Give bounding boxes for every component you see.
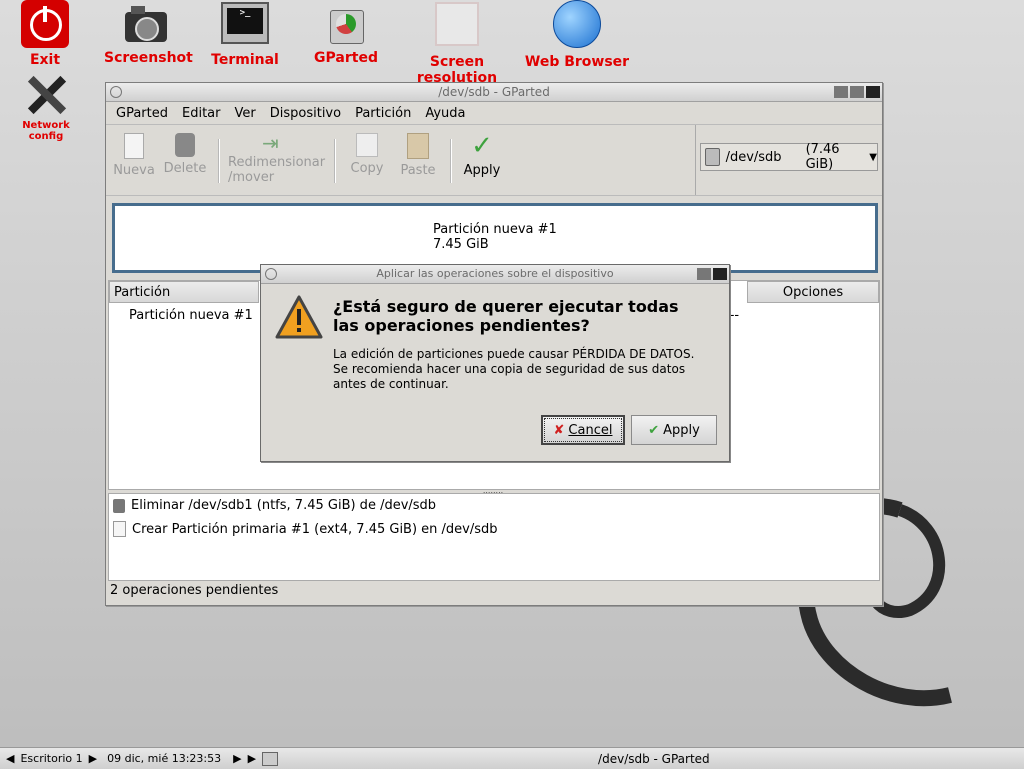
copy-icon [356,133,378,157]
paste-button[interactable]: Paste [396,133,440,178]
power-icon [21,0,69,48]
menu-dispositivo[interactable]: Dispositivo [270,106,341,121]
apply-button[interactable]: ✔ Apply [631,415,717,445]
window-titlebar[interactable]: /dev/sdb - GParted [106,83,882,102]
menubar: GParted Editar Ver Dispositivo Partición… [106,102,882,124]
device-selector[interactable]: /dev/sdb (7.46 GiB) ▼ [695,125,882,195]
new-document-icon [113,521,126,537]
table-row[interactable]: Partición nueva #1 [129,308,253,323]
arrow-icon[interactable]: ▶ [248,752,256,765]
desktop-icon-terminal[interactable]: >_ Terminal [210,0,280,68]
menu-particion[interactable]: Partición [355,106,411,121]
globe-icon [553,0,601,48]
prev-desktop-arrow-icon[interactable]: ◀ [6,752,14,765]
trash-icon [175,133,195,157]
status-bar: 2 operaciones pendientes [110,583,279,598]
resize-arrow-icon: ⇥ [262,131,279,155]
new-button[interactable]: Nueva [112,133,156,178]
terminal-icon: >_ [221,2,269,44]
partition-map-size: 7.45 GiB [433,237,489,252]
menu-ver[interactable]: Ver [235,106,256,121]
window-title: /dev/sdb - GParted [438,85,550,99]
checkmark-icon: ✓ [471,131,493,161]
menu-gparted[interactable]: GParted [116,106,168,121]
desktop-icon-screenshot[interactable]: Screenshot [104,0,193,66]
partition-map-name: Partición nueva #1 [433,222,557,237]
desktop-icon-exit[interactable]: Exit [18,0,72,68]
column-header-particion[interactable]: Partición [109,281,259,303]
row-partition-name: Partición nueva #1 [129,308,253,323]
desktop-switcher[interactable]: Escritorio 1 [20,752,82,765]
copy-button[interactable]: Copy [346,133,388,176]
device-size: (7.46 GiB) [805,142,840,172]
dialog-title: Aplicar las operaciones sobre el disposi… [376,267,614,280]
camera-icon [123,0,169,46]
device-name: /dev/sdb [725,149,782,165]
dialog-message: La edición de particiones puede causar P… [333,347,695,391]
cancel-x-icon: ✘ [553,422,565,438]
desktop-icon-network-config[interactable]: Network config [6,72,86,142]
maximize-button[interactable] [697,268,711,280]
next-desktop-arrow-icon[interactable]: ▶ [89,752,97,765]
disk-icon [705,148,720,166]
gparted-icon [326,6,366,46]
list-item[interactable]: Crear Partición primaria #1 (ext4, 7.45 … [113,521,498,537]
desktop-icon-label: Screenshot [104,50,193,66]
gparted-task-icon[interactable] [262,751,279,766]
delete-button[interactable]: Delete [162,133,208,176]
cancel-button[interactable]: ✘ Cancel [541,415,625,445]
resize-move-button[interactable]: ⇥ Redimensionar /mover [228,133,328,185]
trash-icon [113,498,125,513]
arrow-icon[interactable]: ▶ [233,752,241,765]
dialog-heading: ¿Está seguro de querer ejecutar todas la… [333,297,679,335]
taskbar-task-gparted[interactable]: /dev/sdb - GParted [598,752,710,766]
desktop-icon-label: Web Browser [524,54,630,70]
paste-icon [407,133,429,159]
confirm-apply-dialog[interactable]: Aplicar las operaciones sobre el disposi… [260,264,730,462]
desktop-icon-label: GParted [314,50,378,66]
toolbar: Nueva Delete ⇥ Redimensionar /mover Copy… [106,124,882,196]
new-document-icon [124,133,144,159]
disk-partition-map[interactable]: Partición nueva #1 7.45 GiB [112,203,878,273]
clock: 09 dic, mié 13:23:53 [107,752,222,765]
desktop-icon-web-browser[interactable]: Web Browser [524,0,630,70]
menu-ayuda[interactable]: Ayuda [425,106,465,121]
minimize-button[interactable] [834,86,848,98]
column-header-opciones[interactable]: Opciones [747,281,879,303]
pending-operations-list: Eliminar /dev/sdb1 (ntfs, 7.45 GiB) de /… [108,493,880,581]
monitor-icon [435,2,479,46]
close-button[interactable] [866,86,880,98]
warning-icon [275,295,323,339]
desktop-icon-screen-resolution[interactable]: Screen resolution [390,0,524,86]
apply-toolbar-button[interactable]: ✓ Apply [460,133,504,178]
desktop-icon-label: Exit [29,52,61,68]
chevron-down-icon: ▼ [869,151,877,163]
menu-editar[interactable]: Editar [182,106,221,121]
close-button[interactable] [713,268,727,280]
dialog-titlebar[interactable]: Aplicar las operaciones sobre el disposi… [261,265,729,284]
desktop-icon-label: Terminal [211,52,279,68]
taskbar: ◀ Escritorio 1 ▶ 09 dic, mié 13:23:53 ▶ … [0,747,1024,769]
list-item[interactable]: Eliminar /dev/sdb1 (ntfs, 7.45 GiB) de /… [113,498,436,513]
desktop-icon-label: Network config [22,120,70,142]
desktop-icon-gparted[interactable]: GParted [310,0,382,66]
tools-icon [23,72,69,116]
maximize-button[interactable] [850,86,864,98]
checkmark-icon: ✔ [648,422,660,438]
